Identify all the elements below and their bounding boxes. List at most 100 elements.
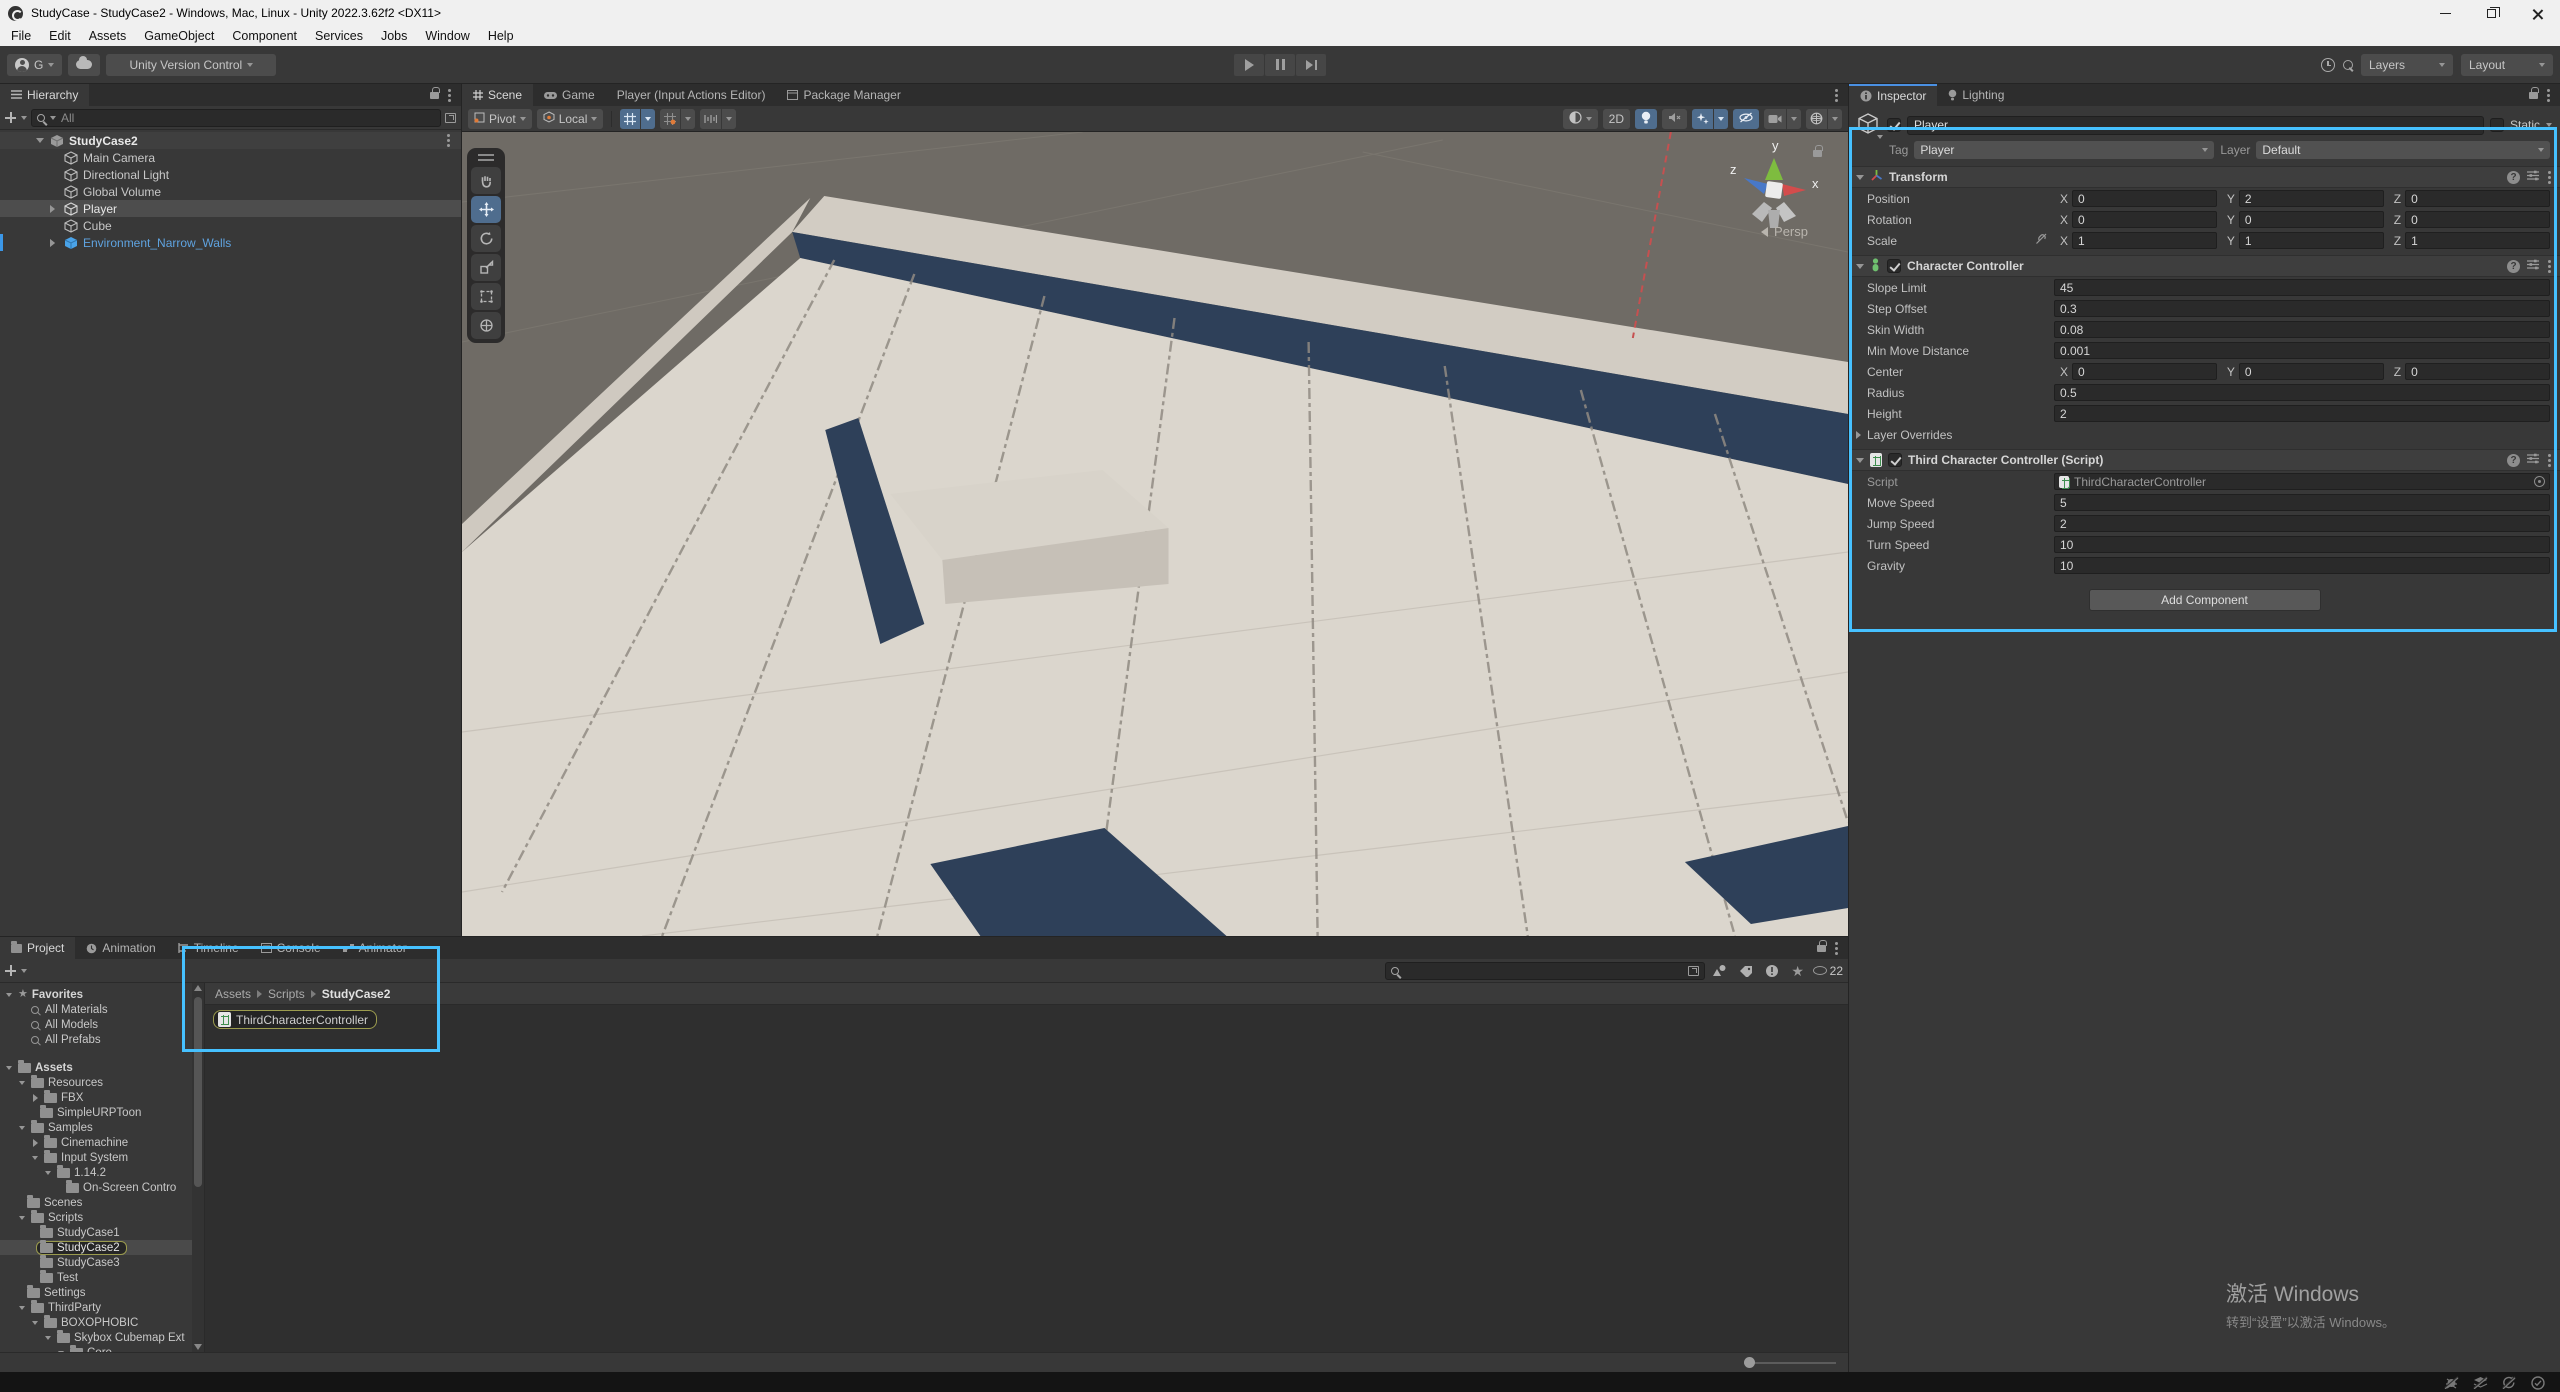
tab-animator[interactable]: Animator — [332, 937, 418, 959]
radius-field[interactable]: 0.5 — [2054, 384, 2550, 401]
effects-dropdown[interactable] — [1692, 109, 1728, 129]
scene-visibility-toggle[interactable] — [1733, 109, 1759, 129]
play-button[interactable] — [1234, 54, 1264, 76]
asset-grid[interactable]: ThirdCharacterController — [205, 1005, 1848, 1352]
chevron-down-icon[interactable] — [21, 969, 27, 973]
help-icon[interactable]: ? — [2507, 171, 2520, 184]
chevron-down-icon[interactable] — [1832, 117, 1838, 121]
gravity-field[interactable]: 10 — [2054, 557, 2550, 574]
2d-toggle[interactable]: 2D — [1603, 109, 1630, 129]
step-button[interactable] — [1296, 54, 1326, 76]
active-checkbox[interactable] — [1887, 118, 1901, 132]
presets-icon[interactable] — [2527, 170, 2539, 184]
move-snap-dropdown[interactable] — [700, 109, 736, 129]
tree-settings[interactable]: Settings — [0, 1285, 204, 1300]
slope-limit-field[interactable]: 45 — [2054, 279, 2550, 296]
tree-assets[interactable]: Assets — [0, 1060, 204, 1075]
kebab-menu-icon[interactable] — [2548, 459, 2551, 462]
scale-y-field[interactable]: 1 — [2239, 232, 2384, 249]
local-dropdown[interactable]: Local — [537, 109, 604, 129]
cloud-button[interactable] — [68, 54, 100, 76]
tab-timeline[interactable]: Timeline — [167, 937, 250, 959]
collab-disabled-icon[interactable] — [2473, 1376, 2488, 1389]
version-control-dropdown[interactable]: Unity Version Control — [106, 54, 276, 76]
tab-inspector[interactable]: Inspector — [1849, 84, 1937, 106]
position-x-field[interactable]: 0 — [2072, 190, 2217, 207]
skin-width-field[interactable]: 0.08 — [2054, 321, 2550, 338]
chevron-down-icon[interactable] — [685, 117, 691, 121]
debugger-disabled-icon[interactable] — [2444, 1376, 2459, 1389]
transform-header[interactable]: Transform ? — [1849, 166, 2560, 188]
min-move-distance-field[interactable]: 0.001 — [2054, 342, 2550, 359]
tree-thirdparty[interactable]: ThirdParty — [0, 1300, 204, 1315]
tree-fbx[interactable]: FBX — [0, 1090, 204, 1105]
menu-component[interactable]: Component — [223, 29, 306, 43]
tree-all-models[interactable]: All Models — [0, 1017, 204, 1032]
step-offset-field[interactable]: 0.3 — [2054, 300, 2550, 317]
foldout-open-icon[interactable] — [1856, 458, 1864, 463]
account-dropdown[interactable]: G — [7, 54, 62, 76]
audio-mute-toggle[interactable] — [1662, 109, 1687, 129]
component-enabled-checkbox[interactable] — [1888, 453, 1902, 467]
pivot-dropdown[interactable]: Pivot — [468, 109, 532, 129]
prefab-open-chevron-icon[interactable] — [50, 239, 55, 247]
layout-dropdown[interactable]: Layout — [2461, 54, 2553, 76]
gameobject-icon[interactable] — [1857, 113, 1881, 137]
foldout-open-icon[interactable] — [36, 138, 44, 143]
object-picker-icon[interactable] — [2534, 476, 2545, 487]
hierarchy-item-environment-narrow-walls[interactable]: Environment_Narrow_Walls — [0, 234, 461, 251]
increment-snap-dropdown[interactable] — [660, 109, 695, 129]
tree-simpleurptoon[interactable]: SimpleURPToon — [0, 1105, 204, 1120]
refresh-disabled-icon[interactable] — [2502, 1376, 2517, 1389]
scene-viewport[interactable]: y x z Persp — [462, 132, 1848, 936]
kebab-menu-icon[interactable] — [1835, 947, 1838, 950]
breadcrumb-studycase2[interactable]: StudyCase2 — [322, 987, 391, 1001]
shading-mode-dropdown[interactable] — [1563, 109, 1598, 129]
presets-icon[interactable] — [2527, 259, 2539, 273]
camera-dropdown[interactable] — [1764, 109, 1801, 129]
tab-animation[interactable]: Animation — [75, 937, 166, 959]
rotation-x-field[interactable]: 0 — [2072, 211, 2217, 228]
slider-knob[interactable] — [1744, 1357, 1755, 1368]
check-circle-icon[interactable] — [2531, 1376, 2546, 1389]
tree-scripts[interactable]: Scripts — [0, 1210, 204, 1225]
menu-services[interactable]: Services — [306, 29, 372, 43]
thumbnail-zoom-slider[interactable] — [1744, 1362, 1836, 1364]
gizmo-axis-y-label[interactable]: y — [1772, 138, 1779, 153]
scale-x-field[interactable]: 1 — [2072, 232, 2217, 249]
create-add-icon[interactable] — [5, 965, 16, 976]
kebab-menu-icon[interactable] — [447, 139, 450, 142]
tab-package-manager[interactable]: Package Manager — [776, 84, 911, 106]
restore-button[interactable] — [2468, 0, 2514, 26]
help-icon[interactable]: ? — [2507, 454, 2520, 467]
tree-resources[interactable]: Resources — [0, 1075, 204, 1090]
undo-history-icon[interactable] — [2321, 58, 2335, 72]
tree-samples[interactable]: Samples — [0, 1120, 204, 1135]
tree-on-screen-controls[interactable]: On-Screen Contro — [0, 1180, 204, 1195]
lock-icon[interactable] — [1817, 945, 1826, 952]
tree-studycase2[interactable]: StudyCase2 — [0, 1240, 204, 1255]
height-field[interactable]: 2 — [2054, 405, 2550, 422]
create-add-icon[interactable] — [5, 112, 16, 123]
search-by-type-icon[interactable] — [1709, 962, 1731, 980]
menu-assets[interactable]: Assets — [80, 29, 136, 43]
character-controller-header[interactable]: Character Controller ? — [1849, 255, 2560, 277]
rotate-tool-button[interactable] — [471, 225, 501, 252]
tree-scrollbar[interactable] — [192, 983, 204, 1352]
hierarchy-item-main-camera[interactable]: Main Camera — [0, 149, 461, 166]
kebab-menu-icon[interactable] — [2548, 265, 2551, 268]
rotation-y-field[interactable]: 0 — [2239, 211, 2384, 228]
drag-handle-icon[interactable] — [478, 154, 494, 161]
menu-file[interactable]: File — [2, 29, 40, 43]
layers-dropdown[interactable]: Layers — [2361, 54, 2453, 76]
tree-all-materials[interactable]: All Materials — [0, 1002, 204, 1017]
favorites-star-icon[interactable]: ★ — [1787, 962, 1809, 980]
gizmos-dropdown[interactable] — [1806, 109, 1842, 129]
breadcrumb-assets[interactable]: Assets — [215, 987, 251, 1001]
move-tool-button[interactable] — [471, 196, 501, 223]
rotation-z-field[interactable]: 0 — [2405, 211, 2550, 228]
menu-gameobject[interactable]: GameObject — [135, 29, 223, 43]
hierarchy-item-global-volume[interactable]: Global Volume — [0, 183, 461, 200]
tree-skybox-cubemap[interactable]: Skybox Cubemap Ext — [0, 1330, 204, 1345]
kebab-menu-icon[interactable] — [2548, 176, 2551, 179]
